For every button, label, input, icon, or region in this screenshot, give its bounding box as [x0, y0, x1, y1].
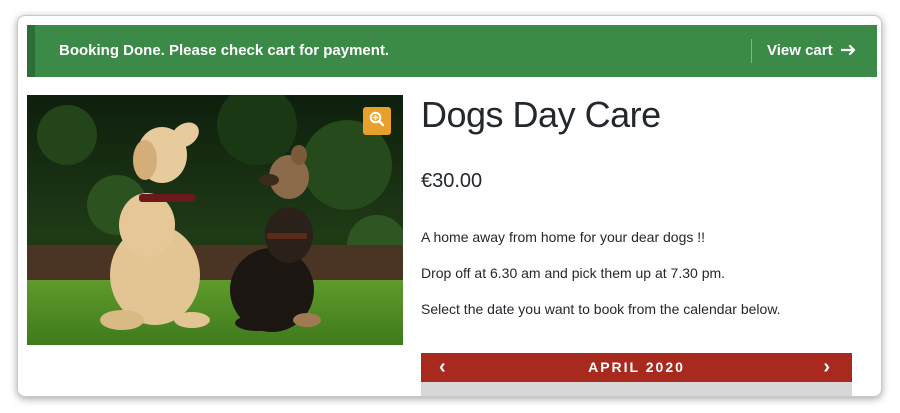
- product-price: €30.00: [421, 170, 483, 192]
- zoom-in-icon: [369, 111, 385, 132]
- description-line: Select the date you want to book from th…: [421, 301, 781, 317]
- notice-message: Booking Done. Please check cart for paym…: [59, 42, 390, 59]
- calendar-body: [421, 382, 852, 396]
- view-cart-button[interactable]: View cart: [767, 25, 857, 77]
- notice-divider: [751, 39, 752, 63]
- dogs-photo: [27, 95, 403, 345]
- arrow-right-icon: [839, 25, 857, 77]
- description-line: A home away from home for your dear dogs…: [421, 229, 706, 245]
- calendar-month-label: APRIL 2020: [588, 359, 685, 375]
- product-title: Dogs Day Care: [421, 94, 661, 135]
- description-line: Drop off at 6.30 am and pick them up at …: [421, 265, 726, 281]
- booking-notice: Booking Done. Please check cart for paym…: [27, 25, 877, 77]
- page-frame: Booking Done. Please check cart for paym…: [17, 15, 882, 397]
- zoom-button[interactable]: [363, 107, 391, 135]
- view-cart-label: View cart: [767, 42, 833, 59]
- next-month-button[interactable]: ›: [823, 353, 830, 382]
- calendar-header: ‹ APRIL 2020 ›: [421, 353, 852, 382]
- product-image: [27, 95, 403, 345]
